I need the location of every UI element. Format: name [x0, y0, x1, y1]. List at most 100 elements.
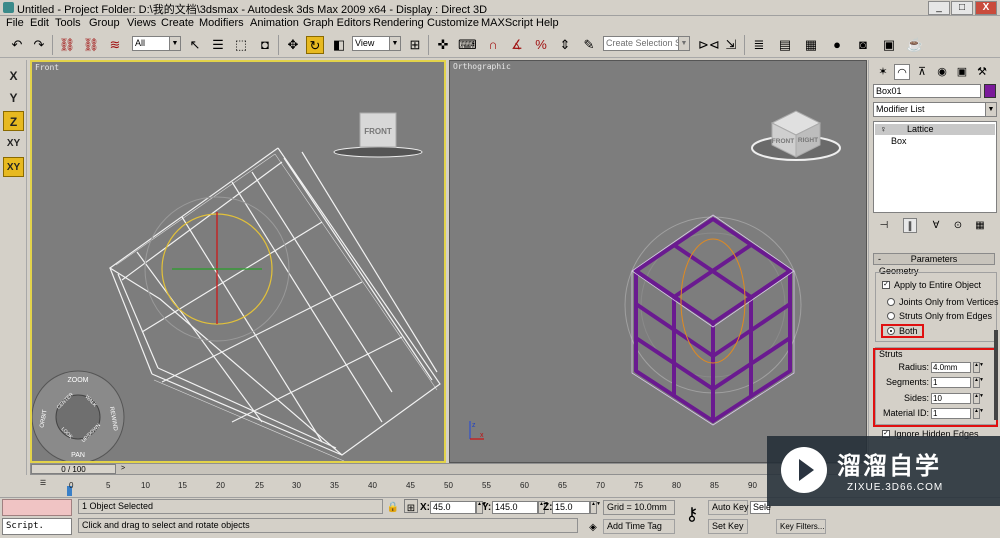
- stack-item-lattice[interactable]: ♀ Lattice: [875, 124, 995, 135]
- pin-stack-icon[interactable]: ⊣: [877, 218, 891, 233]
- rendered-frame-icon[interactable]: ▣: [880, 36, 898, 54]
- menu-tools[interactable]: Tools: [55, 17, 81, 29]
- menu-help[interactable]: Help: [536, 17, 559, 29]
- object-name-field[interactable]: Box01: [873, 84, 981, 98]
- render-production-icon[interactable]: ☕: [906, 36, 924, 54]
- maximize-button[interactable]: □: [951, 1, 973, 15]
- radius-field[interactable]: 4.0mm: [931, 362, 971, 373]
- selection-filter-dropdown[interactable]: All ▼: [132, 36, 181, 51]
- object-color-swatch[interactable]: [984, 84, 996, 98]
- create-tab-icon[interactable]: ✶: [875, 64, 891, 80]
- auto-key-button[interactable]: Auto Key: [708, 500, 749, 515]
- motion-tab-icon[interactable]: ◉: [934, 64, 950, 80]
- axis-xy-button[interactable]: XY: [3, 134, 24, 154]
- axis-xy-cycle-button[interactable]: XY: [3, 157, 24, 177]
- z-coordinate-field[interactable]: 15.0: [552, 501, 590, 514]
- stack-item-box[interactable]: Box: [875, 136, 995, 147]
- rectangular-selection-icon[interactable]: ⬚: [232, 36, 250, 54]
- axis-z-button[interactable]: Z: [3, 111, 24, 131]
- rotate-icon[interactable]: ↻: [306, 36, 324, 54]
- remove-modifier-icon[interactable]: ⊙: [951, 218, 965, 233]
- pivot-center-icon[interactable]: ⊞: [406, 36, 424, 54]
- schematic-view-icon[interactable]: ▦: [802, 36, 820, 54]
- configure-sets-icon[interactable]: ▦: [973, 218, 987, 233]
- set-key-icon[interactable]: ⚷: [681, 505, 703, 527]
- select-object-icon[interactable]: ↖: [186, 36, 204, 54]
- viewport-orthographic[interactable]: Orthographic FRONT RIGHT z x: [449, 60, 867, 463]
- reference-coord-dropdown[interactable]: View ▼: [352, 36, 401, 51]
- curve-editor-icon[interactable]: ▤: [776, 36, 794, 54]
- select-manipulate-icon[interactable]: ✜: [434, 36, 452, 54]
- chevron-right-icon[interactable]: >: [117, 464, 129, 474]
- sides-spinner[interactable]: ▲▼: [973, 393, 984, 404]
- z-spinner[interactable]: ▲▼: [590, 501, 601, 514]
- apply-entire-checkbox[interactable]: ✓: [882, 281, 890, 289]
- sides-field[interactable]: 10: [931, 393, 971, 404]
- menu-edit[interactable]: Edit: [30, 17, 49, 29]
- move-icon[interactable]: ✥: [284, 36, 302, 54]
- track-bar[interactable]: ☰ 0 5 10 15 20 25 30 35 40 45 50 55 60 6…: [30, 476, 868, 496]
- select-link-icon[interactable]: ⛓: [58, 36, 76, 54]
- minimize-button[interactable]: _: [928, 1, 950, 15]
- segments-spinner[interactable]: ▲▼: [973, 377, 984, 388]
- select-by-name-icon[interactable]: ☰: [209, 36, 227, 54]
- render-setup-icon[interactable]: ◙: [854, 36, 872, 54]
- x-coordinate-field[interactable]: 45.0: [430, 501, 476, 514]
- key-filters-button[interactable]: Key Filters...: [776, 519, 826, 534]
- time-slider-thumb[interactable]: 0 / 100: [31, 464, 116, 474]
- time-slider[interactable]: 0 / 100 >: [30, 463, 868, 475]
- mirror-icon[interactable]: ⊳⊲: [698, 36, 720, 54]
- time-tag-icon[interactable]: ◈: [586, 519, 600, 533]
- redo-icon[interactable]: ↷: [30, 36, 48, 54]
- maxscript-listener-input[interactable]: Script.: [2, 518, 72, 535]
- menu-file[interactable]: File: [6, 17, 24, 29]
- menu-modifiers[interactable]: Modifiers: [199, 17, 244, 29]
- bind-space-warp-icon[interactable]: ≋: [106, 36, 124, 54]
- scale-icon[interactable]: ◧: [330, 36, 348, 54]
- menu-animation[interactable]: Animation: [250, 17, 299, 29]
- make-unique-icon[interactable]: ∀: [929, 218, 943, 233]
- modifier-list-dropdown[interactable]: Modifier List ▼: [873, 102, 997, 117]
- spinner-snap-icon[interactable]: ⇕: [556, 36, 574, 54]
- material-editor-icon[interactable]: ●: [828, 36, 846, 54]
- menu-views[interactable]: Views: [127, 17, 156, 29]
- hierarchy-tab-icon[interactable]: ⊼: [914, 64, 930, 80]
- app-icon[interactable]: [3, 2, 14, 13]
- lightbulb-icon[interactable]: ♀: [880, 124, 887, 135]
- axis-x-button[interactable]: X: [3, 66, 24, 86]
- layer-manager-icon[interactable]: ≣: [750, 36, 768, 54]
- lock-icon[interactable]: 🔒: [386, 499, 400, 513]
- close-button[interactable]: X: [975, 1, 997, 15]
- menu-group[interactable]: Group: [89, 17, 120, 29]
- y-coordinate-field[interactable]: 145.0: [492, 501, 538, 514]
- radio-both[interactable]: [887, 327, 895, 335]
- menu-maxscript[interactable]: MAXScript: [481, 17, 533, 29]
- menu-create[interactable]: Create: [161, 17, 194, 29]
- edit-named-selection-icon[interactable]: ✎: [580, 36, 598, 54]
- menu-rendering[interactable]: Rendering: [373, 17, 424, 29]
- axis-y-button[interactable]: Y: [3, 88, 24, 108]
- keyboard-shortcut-icon[interactable]: ⌨: [458, 36, 477, 54]
- align-icon[interactable]: ⇲: [722, 36, 740, 54]
- named-selection-sets[interactable]: Create Selection Set ▼: [603, 36, 690, 51]
- material-id-spinner[interactable]: ▲▼: [973, 408, 984, 419]
- add-time-tag-button[interactable]: Add Time Tag: [603, 519, 675, 534]
- menu-graph-editors[interactable]: Graph Editors: [303, 17, 371, 29]
- absolute-mode-icon[interactable]: ⊞: [404, 499, 418, 514]
- material-id-field[interactable]: 1: [931, 408, 971, 419]
- mini-curve-editor-icon[interactable]: ☰: [36, 479, 50, 493]
- utilities-tab-icon[interactable]: ⚒: [974, 64, 990, 80]
- set-key-button[interactable]: Set Key: [708, 519, 748, 534]
- unlink-icon[interactable]: ⛓: [82, 36, 100, 54]
- command-panel-scrollbar[interactable]: [994, 330, 998, 420]
- angle-snap-icon[interactable]: ∡: [508, 36, 526, 54]
- undo-icon[interactable]: ↶: [8, 36, 26, 54]
- modify-tab-icon[interactable]: ◠: [894, 64, 910, 80]
- percent-snap-icon[interactable]: %: [532, 36, 550, 54]
- window-crossing-icon[interactable]: ◘: [256, 36, 274, 54]
- snap-toggle-icon[interactable]: ∩: [484, 36, 502, 54]
- radius-spinner[interactable]: ▲▼: [973, 362, 984, 373]
- menu-customize[interactable]: Customize: [427, 17, 479, 29]
- viewport-front[interactable]: Front FRONT ZOOM ORBIT CENTER WALK REWIN…: [30, 60, 446, 463]
- show-end-result-icon[interactable]: ∥: [903, 218, 917, 233]
